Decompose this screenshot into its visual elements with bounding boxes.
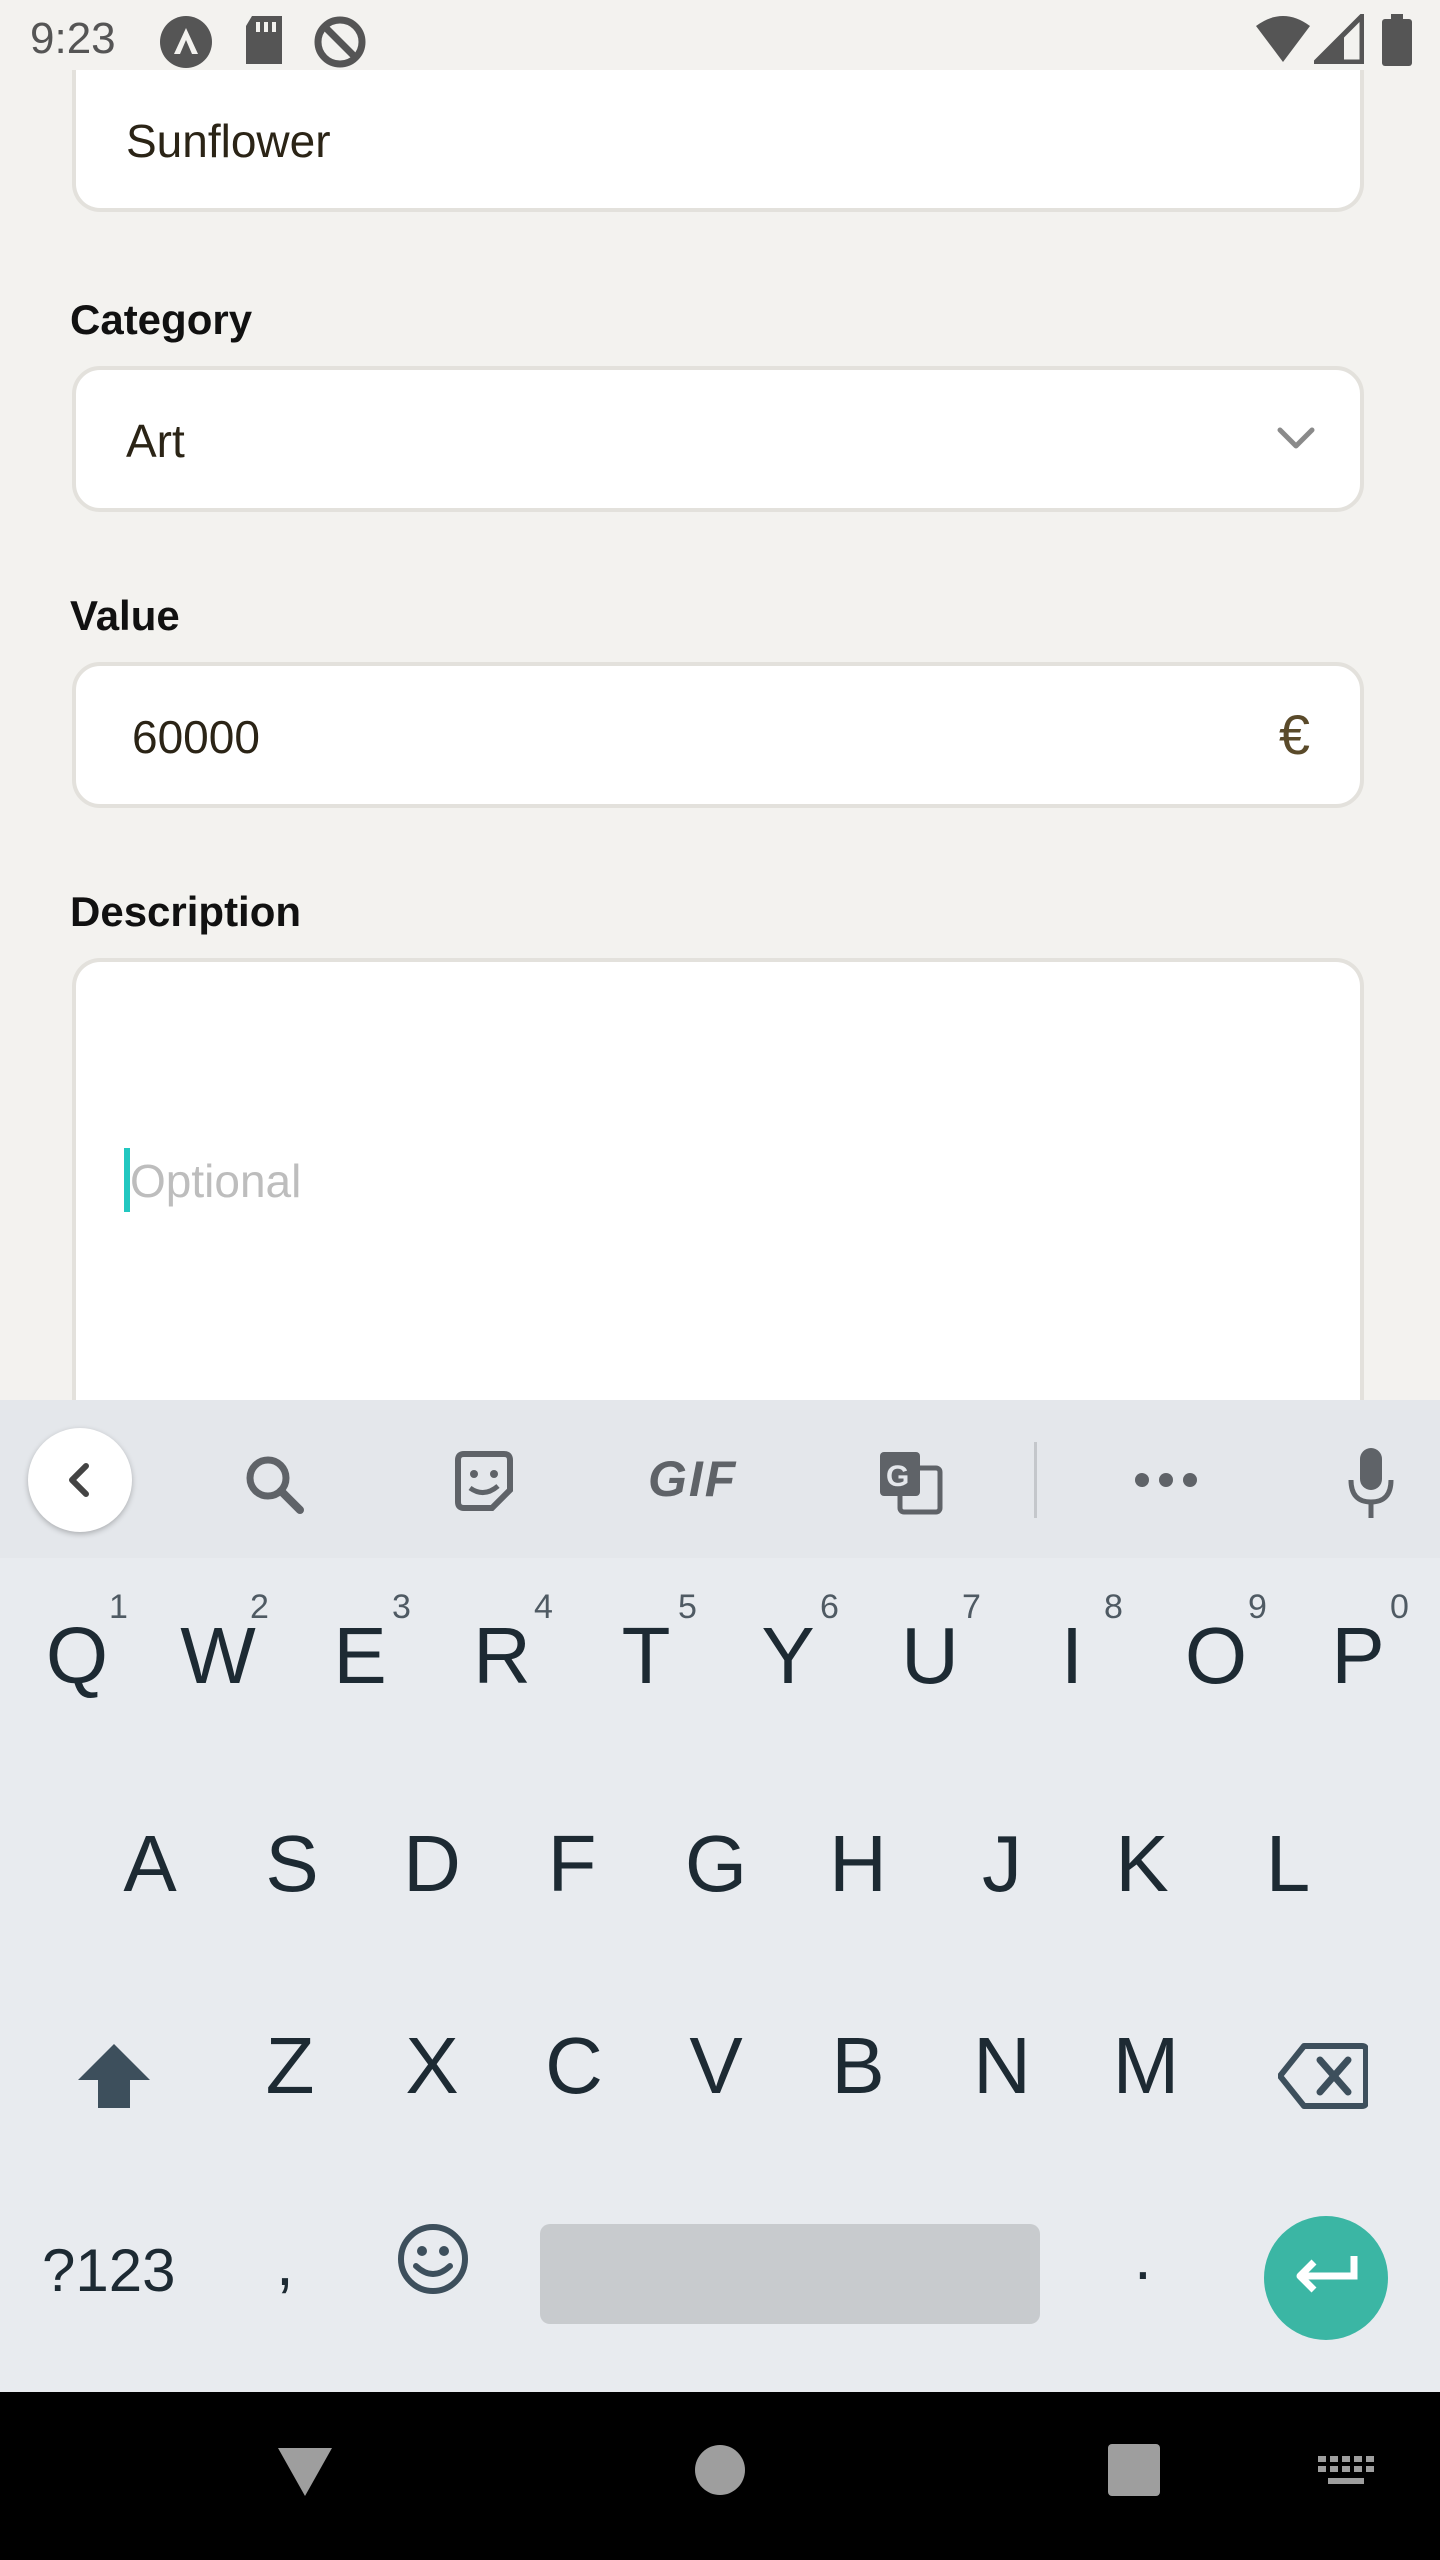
key-number-hint: 7 xyxy=(962,1588,981,1626)
back-icon xyxy=(69,1463,89,1497)
enter-icon xyxy=(1296,2256,1358,2293)
nav-recents-icon[interactable] xyxy=(1108,2444,1160,2496)
name-input-value: Sunflower xyxy=(126,115,331,167)
key-h[interactable]: H xyxy=(798,1818,918,1910)
name-input[interactable]: Sunflower xyxy=(72,70,1364,212)
wifi-icon xyxy=(1256,16,1310,62)
value-input-value: 60000 xyxy=(132,711,260,763)
chevron-down-icon xyxy=(1277,427,1315,449)
key-z[interactable]: Z xyxy=(230,2020,350,2112)
key-number-hint: 5 xyxy=(678,1588,697,1626)
more-icon[interactable] xyxy=(1134,1470,1198,1490)
battery-icon xyxy=(1382,14,1412,66)
key-number-hint: 4 xyxy=(534,1588,553,1626)
key-number-hint: 9 xyxy=(1248,1588,1267,1626)
toolbar-divider xyxy=(1034,1442,1037,1518)
translate-icon[interactable]: G xyxy=(876,1448,944,1516)
key-x[interactable]: X xyxy=(372,2020,492,2112)
sd-card-icon xyxy=(246,16,282,64)
key-number-hint: 8 xyxy=(1104,1588,1123,1626)
key-d[interactable]: D xyxy=(372,1818,492,1910)
category-select[interactable]: Art xyxy=(72,366,1364,512)
backspace-key[interactable] xyxy=(1278,2042,1368,2110)
description-placeholder: Optional xyxy=(130,1155,302,1207)
mic-icon[interactable] xyxy=(1346,1446,1396,1520)
key-l[interactable]: L xyxy=(1228,1818,1348,1910)
gif-button[interactable]: GIF xyxy=(648,1450,737,1508)
key-n[interactable]: N xyxy=(942,2020,1062,2112)
key-number-hint: 2 xyxy=(250,1588,269,1626)
description-label: Description xyxy=(70,888,302,935)
signal-icon xyxy=(1314,14,1364,64)
soft-keyboard: GIF G ?123 , . Q 1 W 2 E 3 R 4 T 5 Y 6 U… xyxy=(0,1400,1440,2392)
key-s[interactable]: S xyxy=(232,1818,352,1910)
key-v[interactable]: V xyxy=(656,2020,776,2112)
keyboard-switch-icon[interactable] xyxy=(1318,2456,1374,2490)
sticker-icon[interactable] xyxy=(452,1450,516,1514)
space-key[interactable] xyxy=(540,2224,1040,2324)
status-time: 9:23 xyxy=(30,14,116,63)
comma-key[interactable]: , xyxy=(276,2226,294,2300)
sync-disabled-icon xyxy=(314,16,366,68)
nav-home-icon[interactable] xyxy=(694,2444,746,2496)
symbols-key[interactable]: ?123 xyxy=(42,2236,175,2305)
key-f[interactable]: F xyxy=(512,1818,632,1910)
nav-back-icon[interactable] xyxy=(276,2444,334,2498)
key-j[interactable]: J xyxy=(942,1818,1062,1910)
enter-key[interactable] xyxy=(1264,2216,1388,2340)
navigation-bar xyxy=(0,2392,1440,2560)
key-a[interactable]: A xyxy=(90,1818,210,1910)
emoji-key[interactable] xyxy=(396,2222,470,2296)
keyboard-back-button[interactable] xyxy=(28,1428,132,1532)
key-c[interactable]: C xyxy=(514,2020,634,2112)
category-label: Category xyxy=(70,296,253,343)
key-number-hint: 0 xyxy=(1390,1588,1409,1626)
category-select-value: Art xyxy=(126,415,185,467)
currency-symbol: € xyxy=(1278,703,1310,766)
keyboard-toolbar: GIF G xyxy=(0,1400,1440,1558)
key-b[interactable]: B xyxy=(798,2020,918,2112)
value-label: Value xyxy=(70,592,180,639)
key-m[interactable]: M xyxy=(1086,2020,1206,2112)
key-k[interactable]: K xyxy=(1082,1818,1202,1910)
value-input[interactable]: 60000 € xyxy=(72,662,1364,808)
search-icon[interactable] xyxy=(240,1450,308,1518)
key-number-hint: 1 xyxy=(109,1588,128,1626)
key-number-hint: 3 xyxy=(392,1588,411,1626)
shift-key[interactable] xyxy=(74,2040,154,2112)
key-number-hint: 6 xyxy=(820,1588,839,1626)
period-key[interactable]: . xyxy=(1134,2220,1152,2294)
app-notification-icon xyxy=(160,16,212,68)
description-textarea[interactable]: Optional xyxy=(72,958,1364,1400)
svg-text:G: G xyxy=(886,1460,909,1493)
key-g[interactable]: G xyxy=(656,1818,776,1910)
